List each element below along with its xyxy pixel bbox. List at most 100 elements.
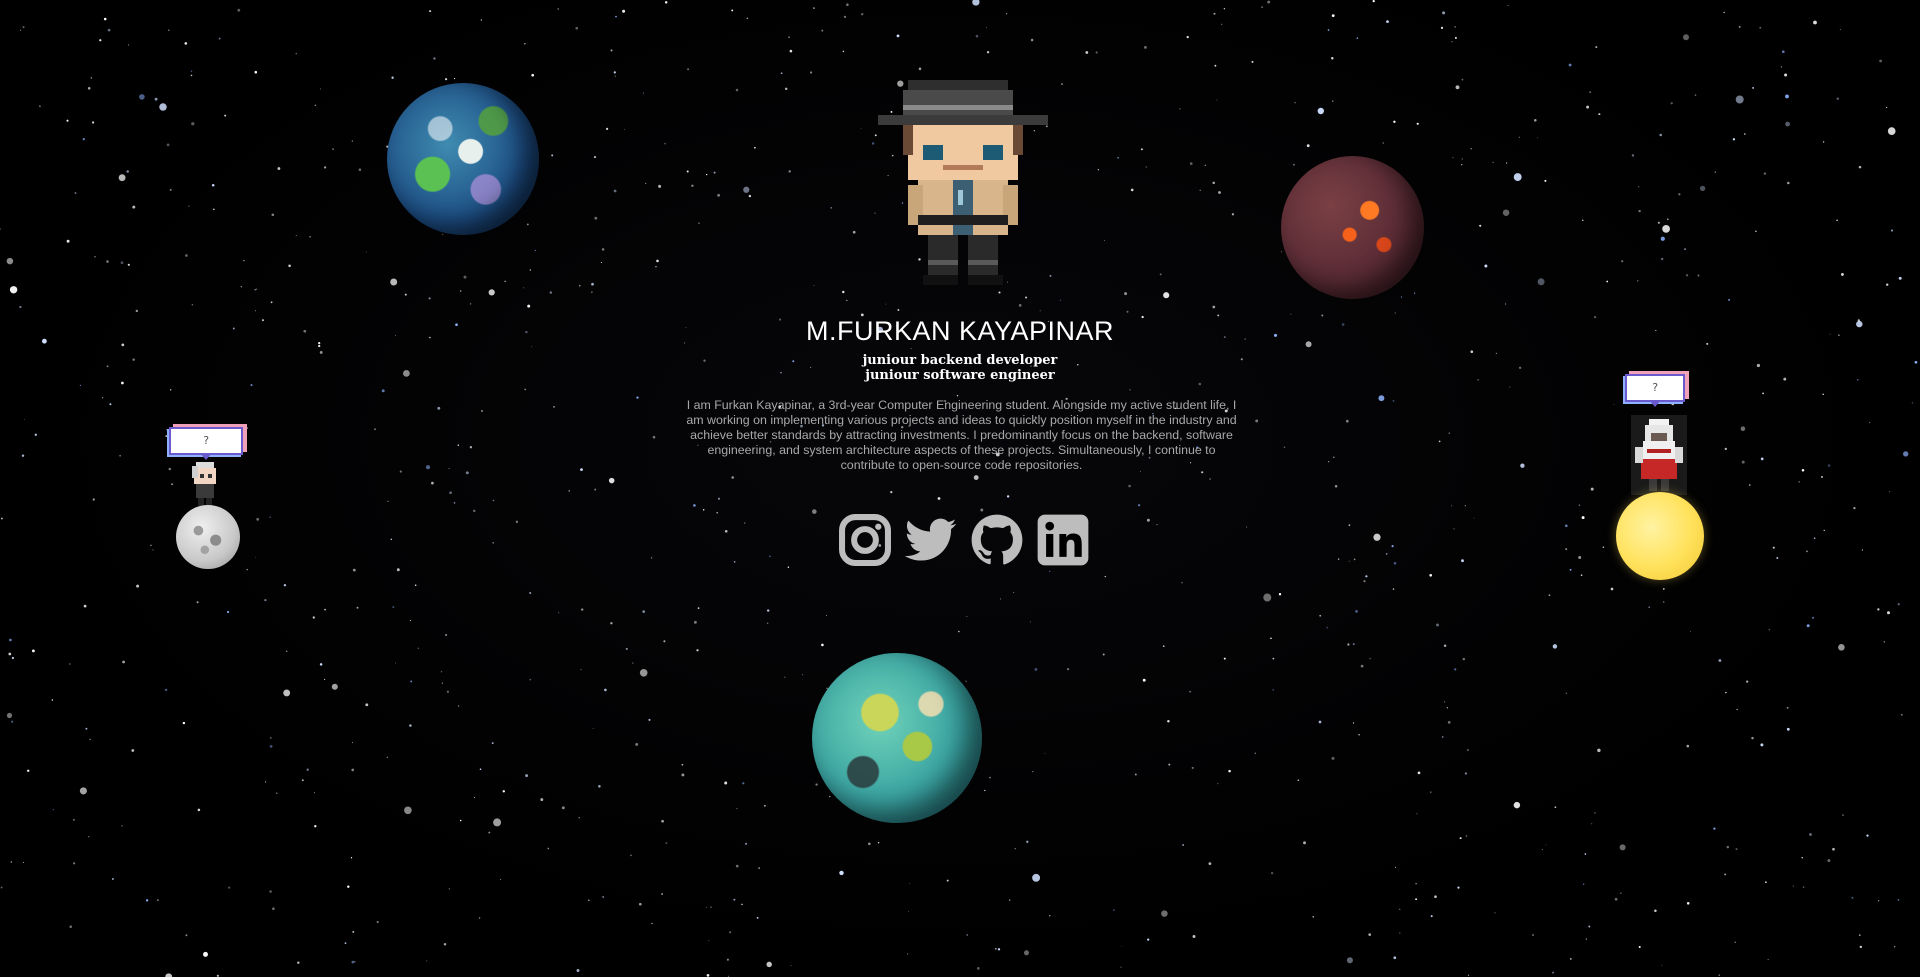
star	[1161, 910, 1168, 917]
star	[139, 94, 145, 100]
star	[1548, 594, 1551, 597]
star	[1667, 218, 1669, 220]
star	[997, 948, 1001, 951]
star	[1821, 475, 1823, 478]
star	[1585, 938, 1587, 940]
star	[810, 71, 813, 74]
star	[1760, 457, 1764, 461]
star	[250, 384, 253, 387]
star	[237, 8, 241, 12]
star	[1415, 898, 1418, 901]
linkedin-link[interactable]	[1034, 511, 1092, 569]
star	[1462, 657, 1466, 661]
star	[1809, 833, 1812, 836]
star	[1801, 468, 1805, 472]
star	[527, 304, 531, 308]
star	[1768, 628, 1771, 631]
star	[601, 248, 605, 251]
star	[1861, 549, 1864, 551]
star	[1827, 464, 1831, 467]
star	[1292, 163, 1295, 166]
star	[716, 511, 718, 514]
star	[1513, 801, 1521, 809]
star	[575, 26, 578, 30]
star	[1097, 169, 1099, 171]
star	[1767, 958, 1769, 960]
speech-bubble-right[interactable]: ?	[1625, 374, 1685, 407]
star	[1613, 403, 1615, 405]
star	[1772, 546, 1775, 549]
star	[1838, 644, 1845, 651]
star	[459, 819, 462, 822]
star	[127, 263, 130, 266]
star	[1621, 260, 1624, 263]
star	[459, 290, 462, 292]
star	[874, 134, 877, 137]
star	[698, 222, 700, 224]
star	[1128, 484, 1131, 488]
star	[826, 615, 828, 617]
star	[1784, 73, 1788, 77]
star	[594, 488, 597, 491]
star	[1736, 708, 1738, 711]
star	[1638, 945, 1641, 949]
star	[642, 92, 644, 94]
star	[1763, 172, 1767, 175]
star	[122, 660, 125, 664]
star	[1461, 559, 1464, 563]
star	[107, 28, 111, 32]
star	[404, 806, 412, 815]
star	[128, 44, 130, 46]
star	[102, 397, 104, 399]
star	[324, 608, 326, 611]
star	[813, 284, 815, 287]
speech-bubble-left[interactable]: ?	[169, 427, 243, 460]
star	[681, 763, 684, 766]
star	[1889, 491, 1891, 493]
star	[1602, 546, 1605, 549]
star	[1348, 560, 1350, 562]
github-link[interactable]	[968, 511, 1026, 569]
star	[1452, 157, 1454, 159]
star	[72, 818, 75, 821]
star	[1163, 292, 1170, 299]
star	[907, 953, 909, 955]
star	[1140, 148, 1143, 151]
star	[1189, 162, 1193, 165]
twitter-link[interactable]	[902, 511, 960, 569]
star	[534, 249, 536, 251]
star	[1208, 862, 1212, 865]
star	[1638, 186, 1640, 188]
instagram-link[interactable]	[836, 511, 894, 569]
star	[754, 146, 756, 149]
star	[1586, 105, 1590, 109]
star	[386, 756, 388, 758]
star	[246, 568, 248, 571]
star	[376, 920, 379, 924]
star	[557, 8, 559, 10]
star	[529, 678, 532, 681]
star	[756, 916, 759, 919]
star	[1447, 721, 1451, 724]
star	[1662, 225, 1670, 233]
star	[1713, 827, 1716, 830]
star	[813, 7, 815, 9]
star	[1156, 524, 1158, 526]
star	[842, 290, 845, 294]
star	[429, 10, 432, 13]
star	[168, 29, 170, 31]
star	[196, 601, 199, 604]
pixel-character-left[interactable]	[190, 462, 220, 508]
star	[448, 888, 450, 890]
star	[1741, 460, 1745, 464]
star	[197, 808, 201, 812]
star	[1018, 304, 1022, 307]
star	[473, 509, 476, 513]
star	[82, 138, 85, 141]
star	[454, 77, 456, 80]
star	[425, 465, 431, 470]
star	[642, 610, 646, 613]
pixel-assassin-character[interactable]	[1631, 415, 1687, 495]
star	[69, 663, 71, 665]
star	[766, 961, 772, 968]
